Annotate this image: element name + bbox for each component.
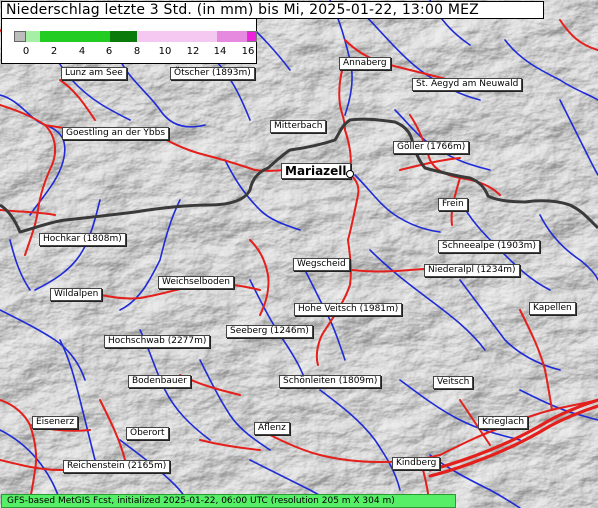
legend-tick-6: 6 [105, 46, 113, 57]
legend-swatch-14-16 [217, 31, 247, 42]
place-label-oetscher: Ötscher (1893m) [170, 67, 255, 80]
place-label-frein: Frein [438, 198, 468, 211]
legend-swatch-6-8 [110, 31, 137, 42]
place-label-veitsch: Veitsch [433, 376, 474, 389]
legend-swatch-8-14 [137, 31, 217, 42]
legend-swatch-0-1 [26, 31, 40, 42]
place-label-wildalpen: Wildalpen [50, 288, 103, 301]
place-label-hoheveitsch: Hohe Veitsch (1981m) [294, 303, 403, 316]
place-label-mitterbach: Mitterbach [270, 120, 327, 133]
place-label-schneealpe: Schneealpe (1903m) [438, 240, 540, 253]
legend-tick-8: 8 [133, 46, 141, 57]
place-label-seeberg: Seeberg (1246m) [226, 325, 313, 338]
legend-tick-12: 12 [186, 46, 200, 57]
place-label-aflenz: Aflenz [254, 422, 290, 435]
place-label-weichselboden: Weichselboden [158, 276, 234, 289]
title-bar: Niederschlag letzte 3 Std. (in mm) bis M… [1, 1, 544, 19]
legend-swatch-none [14, 31, 26, 42]
place-label-hochkar: Hochkar (1808m) [39, 233, 126, 246]
legend-tick-2: 2 [50, 46, 58, 57]
precipitation-legend: 0 2 4 6 8 10 12 14 16 [1, 18, 257, 64]
forecast-footer: GFS-based MetGIS Fcst, initialized 2025-… [1, 494, 456, 508]
place-label-eisenerz: Eisenerz [32, 416, 79, 429]
legend-tick-14: 14 [213, 46, 227, 57]
legend-swatch-over-16 [247, 31, 257, 42]
place-label-wegscheid: Wegscheid [293, 258, 350, 271]
place-label-goeller: Göller (1766m) [393, 141, 470, 154]
place-label-lunz: Lunz am See [61, 67, 127, 80]
place-label-hochschwab: Hochschwab (2277m) [104, 335, 211, 348]
place-label-bodenbauer: Bodenbauer [128, 375, 191, 388]
place-label-reichenstein: Reichenstein (2165m) [63, 460, 171, 473]
place-label-goestling: Goestling an der Ybbs [62, 127, 170, 140]
place-label-kapellen: Kapellen [529, 302, 576, 315]
legend-tick-10: 10 [158, 46, 172, 57]
place-label-aegyd: St. Aegyd am Neuwald [412, 78, 523, 91]
place-label-kindberg: Kindberg [392, 457, 441, 470]
place-label-annaberg: Annaberg [339, 57, 391, 70]
mariazell-marker [346, 170, 354, 178]
legend-tick-4: 4 [78, 46, 86, 57]
legend-swatch-1-6 [40, 31, 110, 42]
place-label-niederalpl: Niederalpl (1234m) [424, 264, 520, 277]
place-label-schoenleiten: Schönleiten (1809m) [279, 375, 382, 388]
map-title: Niederschlag letzte 3 Std. (in mm) bis M… [6, 2, 479, 18]
place-label-krieglach: Krieglach [478, 416, 529, 429]
legend-tick-0: 0 [22, 46, 30, 57]
legend-tick-16: 16 [241, 46, 255, 57]
place-label-oberort: Oberort [126, 427, 169, 440]
place-label-mariazell: Mariazell [281, 163, 351, 179]
